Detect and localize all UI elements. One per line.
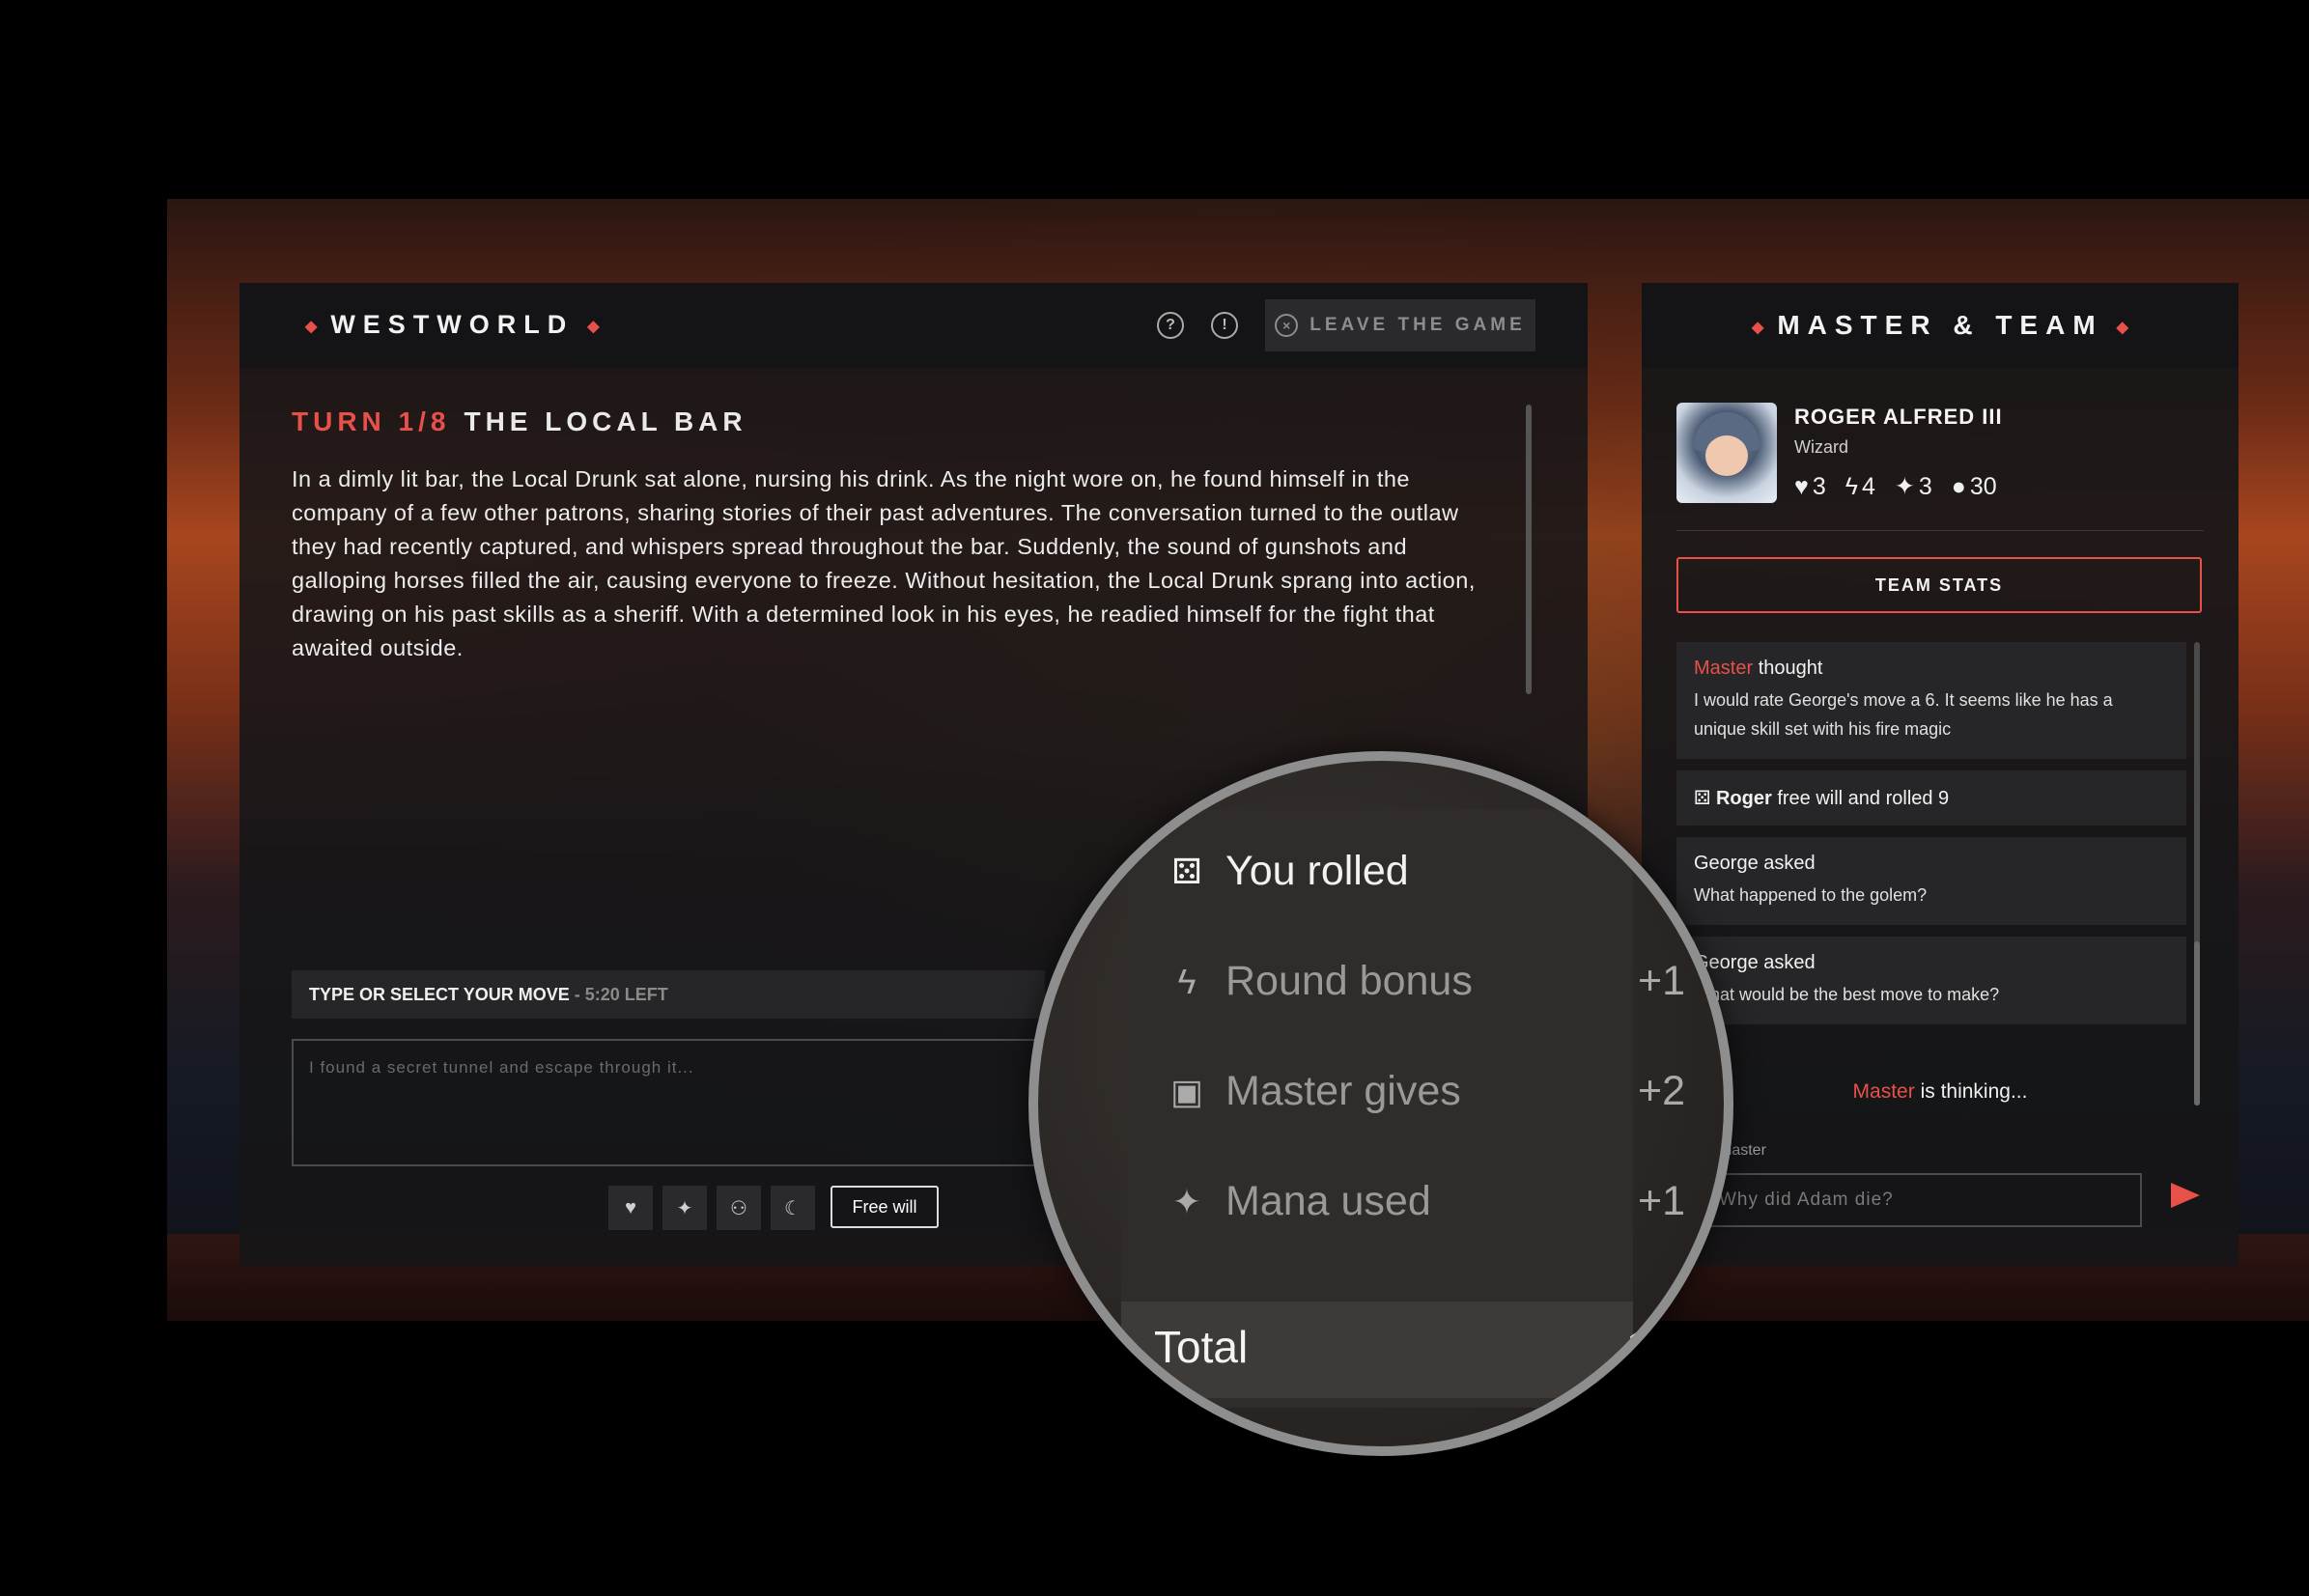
message-head: ⚄ Roger free will and rolled 9 <box>1694 786 2169 810</box>
move-label: TYPE OR SELECT YOUR MOVE - 5:20 LEFT <box>292 970 1045 1019</box>
roll-value: 8 <box>1662 848 1685 894</box>
energy-stat: ϟ4 <box>1845 472 1875 501</box>
diamond-icon: ◆ <box>2116 319 2128 336</box>
turn-heading: TURN 1/8 THE LOCAL BAR <box>292 406 747 437</box>
game-topbar: ◆ WESTWORLD ◆ ? ! × LEAVE THE GAME <box>239 283 1588 368</box>
message-body: I would rate George's move a 6. It seems… <box>1694 690 2113 739</box>
leave-game-button[interactable]: × LEAVE THE GAME <box>1265 299 1535 351</box>
dice-icon: ⚄ <box>1171 851 1202 891</box>
list-item: ⚄ Roger free will and rolled 9 <box>1676 770 2186 826</box>
message-head: George asked <box>1694 853 2169 875</box>
diamond-icon: ◆ <box>305 318 318 335</box>
info-icon[interactable]: ! <box>1211 312 1238 339</box>
message-verb: asked <box>1763 952 1816 973</box>
message-verb: asked <box>1763 853 1816 874</box>
mana-stat: ✦ 3 <box>1895 472 1932 501</box>
sparkle-icon[interactable]: ✦ <box>662 1186 707 1230</box>
moon-icon[interactable]: ☾ <box>771 1186 815 1230</box>
roll-label: Master gives <box>1225 1068 1461 1114</box>
scene-title: THE LOCAL BAR <box>464 406 747 436</box>
heart-icon[interactable]: ♥ <box>608 1186 653 1230</box>
message-author: Roger <box>1715 788 1772 809</box>
team-title: ◆ MASTER & TEAM ◆ <box>1642 310 2239 341</box>
story-text: In a dimly lit bar, the Local Drunk sat … <box>292 466 1476 660</box>
roll-row: ✦ Mana used +1 <box>1164 1178 1685 1225</box>
total-value: 12 <box>1625 1322 1675 1372</box>
player-name: ROGER ALFRED III <box>1794 405 2003 429</box>
divider <box>1676 530 2204 531</box>
coin-icon: ● <box>1951 472 1966 500</box>
diamond-icon: ◆ <box>587 318 600 335</box>
roll-label: Round bonus <box>1225 958 1473 1004</box>
dice-icon: ⚄ <box>1694 788 1711 809</box>
move-input[interactable] <box>292 1039 1045 1166</box>
turn-counter: TURN 1/8 <box>292 406 451 436</box>
team-title-text: MASTER & TEAM <box>1777 310 2103 340</box>
gold-value: 30 <box>1969 472 1997 500</box>
leave-game-label: LEAVE THE GAME <box>1309 315 1526 335</box>
diamond-icon: ◆ <box>1752 319 1764 336</box>
message-body: What would be the best move to make? <box>1694 985 2000 1004</box>
game-title: ◆ WESTWORLD ◆ <box>292 310 613 340</box>
ask-input[interactable] <box>1700 1173 2142 1227</box>
sparkle-icon: ✦ <box>1171 1181 1202 1221</box>
roll-label: You rolled <box>1225 848 1409 894</box>
list-item: Master thought I would rate George's mov… <box>1676 642 2186 759</box>
story-scrollbar[interactable] <box>1526 405 1532 694</box>
move-label-text: TYPE OR SELECT YOUR MOVE <box>309 985 570 1004</box>
list-item: George asked What would be the best move… <box>1676 937 2186 1024</box>
sparkle-icon: ✦ <box>1894 473 1915 500</box>
message-feed: Master thought I would rate George's mov… <box>1676 642 2186 1036</box>
thinking-author: Master <box>1852 1080 1915 1103</box>
roll-total-row: Total 12 <box>1154 1321 1675 1373</box>
avatar-face <box>1705 435 1748 476</box>
player-stats: ♥ 3 ϟ4 ✦ 3 ● 30 <box>1794 472 1997 501</box>
roll-row: ⚄ You rolled 8 <box>1164 848 1685 895</box>
energy-value: 4 <box>1861 472 1875 500</box>
game-title-text: WESTWORLD <box>330 310 575 339</box>
heart-icon: ♥ <box>1794 472 1809 500</box>
list-item: George asked What happened to the golem? <box>1676 837 2186 925</box>
bolt-icon: ϟ <box>1177 961 1197 1001</box>
message-author: George <box>1694 853 1759 874</box>
close-icon: × <box>1275 314 1299 337</box>
message-body: What happened to the golem? <box>1694 885 1928 905</box>
health-stat: ♥ 3 <box>1794 472 1826 501</box>
message-verb: thought <box>1758 658 1823 679</box>
total-label: Total <box>1154 1322 1249 1372</box>
team-topbar: ◆ MASTER & TEAM ◆ <box>1642 283 2239 368</box>
send-icon[interactable] <box>2171 1183 2200 1208</box>
mana-value: 3 <box>1918 472 1932 500</box>
help-icon[interactable]: ? <box>1157 312 1184 339</box>
feed-scrollbar[interactable] <box>2194 642 2200 1106</box>
roll-label: Mana used <box>1225 1178 1431 1224</box>
roll-value: +1 <box>1637 1178 1685 1224</box>
player-class: Wizard <box>1794 437 1849 457</box>
roll-row: ▣ Master gives +2 <box>1164 1068 1685 1115</box>
robot-icon: ▣ <box>1169 1071 1203 1111</box>
message-head: Master thought <box>1694 658 2169 680</box>
roll-magnifier: ⚄ You rolled 8 ϟ Round bonus +1 ▣ Master… <box>1028 751 1733 1456</box>
roll-value: +2 <box>1637 1068 1685 1114</box>
message-verb: free will and rolled 9 <box>1777 788 1950 809</box>
time-left: - 5:20 LEFT <box>574 985 668 1004</box>
message-author: Master <box>1694 658 1754 679</box>
health-value: 3 <box>1812 472 1826 500</box>
avatar <box>1676 403 1777 503</box>
team-stats-button[interactable]: TEAM STATS <box>1676 557 2202 613</box>
roll-row: ϟ Round bonus +1 <box>1164 958 1685 1005</box>
thinking-text: is thinking... <box>1920 1080 2028 1103</box>
gold-stat: ● 30 <box>1952 472 1997 501</box>
bolt-icon: ϟ <box>1844 472 1858 500</box>
free-will-button[interactable]: Free will <box>831 1186 939 1228</box>
message-head: George asked <box>1694 952 2169 974</box>
team-icon[interactable]: ⚇ <box>717 1186 761 1230</box>
move-actions: ♥ ✦ ⚇ ☾ <box>608 1186 815 1230</box>
roll-value: +1 <box>1637 958 1685 1004</box>
